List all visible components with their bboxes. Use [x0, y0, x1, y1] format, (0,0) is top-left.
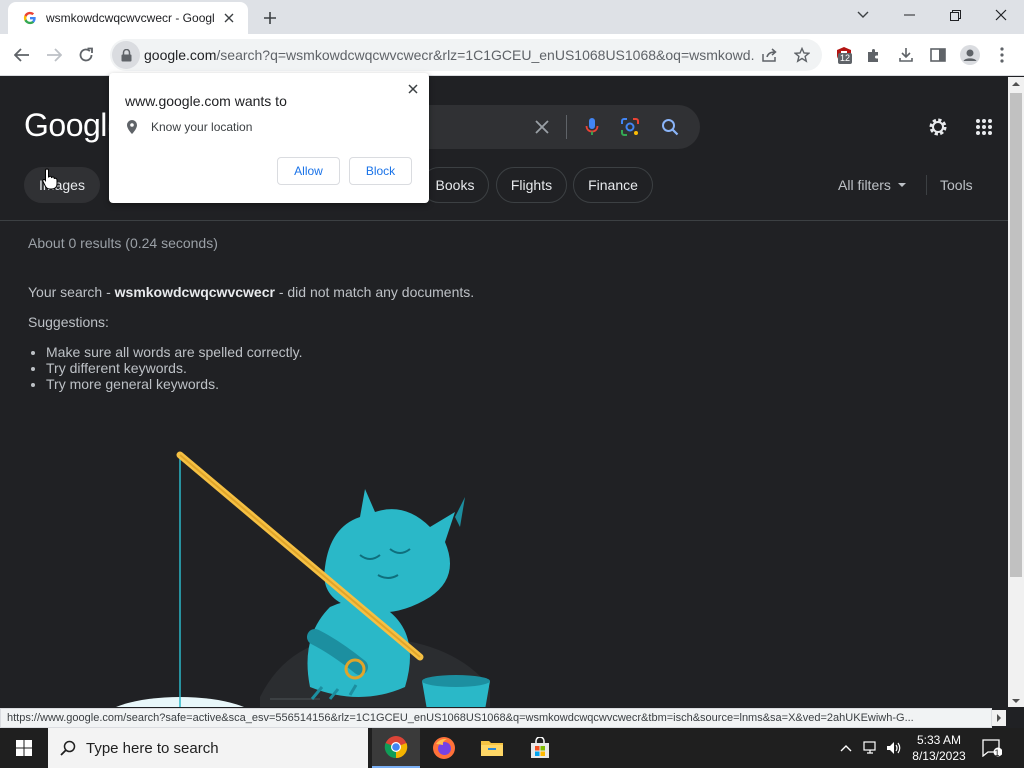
header-divider — [0, 220, 1008, 221]
new-tab-button[interactable] — [258, 6, 282, 30]
microsoft-store-taskbar-icon[interactable] — [516, 728, 564, 768]
hand-cursor-icon — [42, 168, 58, 190]
windows-start-button[interactable] — [0, 728, 48, 768]
network-icon[interactable] — [861, 738, 881, 758]
chrome-menu-icon[interactable] — [988, 41, 1016, 69]
settings-gear-icon[interactable] — [924, 113, 952, 141]
clear-search-icon[interactable] — [528, 113, 556, 141]
browser-tab[interactable]: wsmkowdcwqcwvcwecr - Google Search — [8, 2, 248, 34]
taskbar-search-placeholder: Type here to search — [86, 739, 219, 757]
suggestion-item: Try different keywords. — [46, 360, 303, 376]
scrollbar-thumb[interactable] — [1010, 93, 1022, 577]
browser-toolbar: google.com/search?q=wsmkowdcwqcwvcwecr&r… — [0, 34, 1024, 76]
allow-button[interactable]: Allow — [277, 157, 340, 185]
close-window-button[interactable] — [978, 0, 1024, 30]
profile-avatar-icon[interactable] — [956, 41, 984, 69]
no-match-message: Your search - wsmkowdcwqcwvcwecr - did n… — [28, 284, 474, 300]
search-icon[interactable] — [656, 113, 684, 141]
scroll-down-arrow-icon[interactable] — [1011, 698, 1021, 704]
lens-search-icon[interactable] — [616, 113, 644, 141]
chrome-taskbar-icon[interactable] — [372, 728, 420, 768]
tab-title: wsmkowdcwqcwvcwecr - Google Search — [46, 11, 214, 25]
no-match-prefix: Your search - — [28, 284, 115, 300]
permission-request-text: Know your location — [151, 120, 253, 134]
close-icon[interactable] — [403, 79, 423, 99]
url-path: /search?q=wsmkowdcwqcwvcwecr&rlz=1C1GCEU… — [216, 47, 754, 63]
windows-taskbar: Type here to search 5:33 AM 8/13/2023 1 — [0, 728, 1024, 768]
url-text: google.com/search?q=wsmkowdcwqcwvcwecr&r… — [144, 47, 754, 63]
tab-strip: wsmkowdcwqcwvcwecr - Google Search — [0, 0, 1024, 34]
firefox-taskbar-icon[interactable] — [420, 728, 468, 768]
no-match-suffix: - did not match any documents. — [274, 284, 475, 300]
taskbar-search-box[interactable]: Type here to search — [48, 728, 368, 768]
block-button[interactable]: Block — [349, 157, 412, 185]
reload-button[interactable] — [72, 41, 100, 69]
result-stats: About 0 results (0.24 seconds) — [28, 235, 218, 251]
link-status-bubble: https://www.google.com/search?safe=activ… — [0, 708, 992, 728]
scroll-right-arrow-icon[interactable] — [992, 710, 1006, 726]
suggestion-item: Make sure all words are spelled correctl… — [46, 344, 303, 360]
back-button[interactable] — [8, 41, 36, 69]
restore-button[interactable] — [932, 0, 978, 30]
chip-images[interactable]: Images — [24, 167, 100, 203]
show-hidden-icons-chevron-icon[interactable] — [836, 738, 856, 758]
file-explorer-taskbar-icon[interactable] — [468, 728, 516, 768]
notification-count: 1 — [994, 748, 1000, 758]
scroll-up-arrow-icon[interactable] — [1011, 81, 1021, 87]
tab-search-chevron-icon[interactable] — [840, 0, 886, 30]
caret-down-icon — [897, 183, 906, 187]
search-query: wsmkowdcwqcwvcwecr — [114, 284, 275, 300]
google-favicon-icon — [22, 10, 38, 26]
minimize-button[interactable] — [886, 0, 932, 30]
side-panel-icon[interactable] — [924, 41, 952, 69]
permission-request-row: Know your location — [127, 120, 252, 134]
tab-close-icon[interactable] — [220, 9, 238, 27]
permission-title: www.google.com wants to — [125, 93, 287, 109]
lock-icon[interactable] — [112, 41, 140, 69]
suggestions-heading: Suggestions: — [28, 314, 109, 330]
forward-button[interactable] — [40, 41, 68, 69]
extensions-puzzle-icon[interactable] — [860, 41, 888, 69]
url-host: google.com — [144, 47, 217, 63]
address-bar[interactable]: google.com/search?q=wsmkowdcwqcwvcwecr&r… — [110, 39, 822, 71]
extension-badge: 12 — [838, 53, 853, 64]
location-permission-dialog: www.google.com wants to Know your locati… — [109, 73, 429, 203]
volume-icon[interactable] — [884, 738, 904, 758]
downloads-icon[interactable] — [892, 41, 920, 69]
tools-button[interactable]: Tools — [940, 177, 973, 193]
action-center-icon[interactable]: 1 — [980, 736, 1004, 760]
all-filters-label: All filters — [838, 177, 891, 193]
location-pin-icon — [127, 120, 137, 134]
search-icon — [60, 740, 76, 756]
clock-time: 5:33 AM — [916, 733, 962, 747]
google-apps-icon[interactable] — [970, 113, 998, 141]
taskbar-clock[interactable]: 5:33 AM 8/13/2023 — [908, 732, 970, 764]
chip-finance[interactable]: Finance — [573, 167, 653, 203]
clock-date: 8/13/2023 — [912, 749, 966, 763]
bookmark-star-icon[interactable] — [788, 41, 816, 69]
suggestions-list: Make sure all words are spelled correctl… — [46, 344, 303, 392]
all-filters-button[interactable]: All filters — [838, 177, 907, 193]
voice-search-icon[interactable] — [578, 113, 606, 141]
fishing-yeti-illustration — [116, 451, 490, 707]
share-icon[interactable] — [756, 41, 784, 69]
chip-flights[interactable]: Flights — [496, 167, 567, 203]
search-divider — [566, 115, 567, 139]
chip-books[interactable]: Books — [421, 167, 489, 203]
tools-divider — [926, 175, 927, 195]
suggestion-item: Try more general keywords. — [46, 376, 303, 392]
